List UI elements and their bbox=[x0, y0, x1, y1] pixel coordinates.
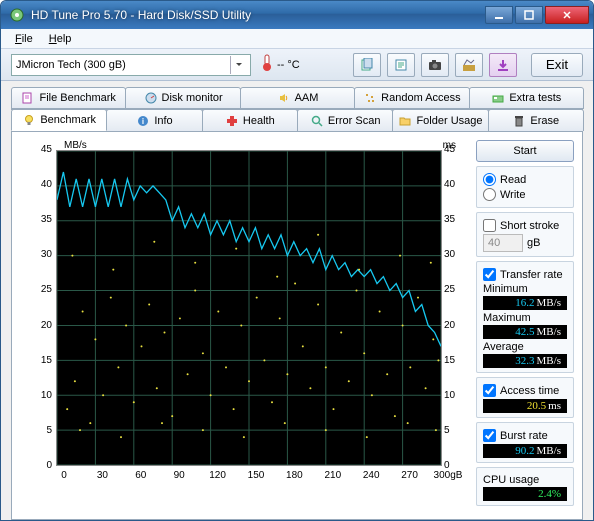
file-bench-icon bbox=[21, 91, 35, 105]
screenshot-button[interactable] bbox=[421, 53, 449, 77]
tabrow-secondary: File Benchmark Disk monitor AAM Random A… bbox=[11, 87, 583, 110]
tab-extra-tests[interactable]: Extra tests bbox=[469, 87, 584, 109]
drive-select[interactable]: JMicron Tech (300 gB) bbox=[11, 54, 251, 76]
toolbar: JMicron Tech (300 gB) -- °C Exit bbox=[1, 49, 593, 81]
tab-erase[interactable]: Erase bbox=[488, 109, 584, 131]
short-stroke-value bbox=[483, 234, 523, 252]
start-button[interactable]: Start bbox=[476, 140, 574, 162]
chart-area: MB/s ms 00551010151520202525303035354040… bbox=[20, 140, 468, 511]
app-icon bbox=[9, 7, 25, 23]
tab-error-scan[interactable]: Error Scan bbox=[297, 109, 393, 131]
burst-rate-check[interactable]: Burst rate bbox=[483, 429, 567, 442]
minimize-button[interactable] bbox=[485, 6, 513, 24]
max-label: Maximum bbox=[483, 312, 567, 324]
speaker-icon bbox=[277, 91, 291, 105]
folder-icon bbox=[398, 114, 412, 128]
side-panel: Start Read Write Short stroke gB Transfe… bbox=[476, 140, 574, 511]
menu-help[interactable]: Help bbox=[41, 31, 80, 47]
access-time-check[interactable]: Access time bbox=[483, 384, 567, 397]
access-value: 20.5ms bbox=[483, 399, 567, 413]
short-stroke-check[interactable]: Short stroke bbox=[483, 219, 567, 232]
tab-file-benchmark[interactable]: File Benchmark bbox=[11, 87, 126, 109]
benchmark-pane: MB/s ms 00551010151520202525303035354040… bbox=[11, 132, 583, 520]
scan-icon bbox=[310, 114, 324, 128]
erase-icon bbox=[512, 114, 526, 128]
min-label: Minimum bbox=[483, 283, 567, 295]
thermometer-icon bbox=[261, 54, 273, 75]
chart-plot bbox=[56, 150, 442, 466]
tab-benchmark[interactable]: Benchmark bbox=[11, 109, 107, 131]
tab-info[interactable]: iInfo bbox=[106, 109, 202, 131]
close-button[interactable] bbox=[545, 6, 589, 24]
svg-text:i: i bbox=[142, 117, 144, 126]
drive-label: JMicron Tech (300 gB) bbox=[16, 59, 126, 71]
cpu-label: CPU usage bbox=[483, 474, 567, 486]
burst-value: 90.2MB/s bbox=[483, 444, 567, 458]
titlebar[interactable]: HD Tune Pro 5.70 - Hard Disk/SSD Utility bbox=[1, 1, 593, 29]
tab-folder-usage[interactable]: Folder Usage bbox=[392, 109, 488, 131]
window-title: HD Tune Pro 5.70 - Hard Disk/SSD Utility bbox=[31, 8, 485, 22]
tabrow-primary: Benchmark iInfo Health Error Scan Folder… bbox=[11, 109, 583, 132]
copy-text-button[interactable] bbox=[387, 53, 415, 77]
min-value: 16.2MB/s bbox=[483, 296, 567, 310]
bulb-icon bbox=[22, 113, 36, 127]
chevron-down-icon bbox=[230, 56, 246, 74]
tab-disk-monitor[interactable]: Disk monitor bbox=[125, 87, 240, 109]
info-icon: i bbox=[136, 114, 150, 128]
exit-button[interactable]: Exit bbox=[531, 53, 583, 77]
max-value: 42.5MB/s bbox=[483, 325, 567, 339]
extra-icon bbox=[491, 91, 505, 105]
cpu-value: 2.4% bbox=[483, 487, 567, 501]
monitor-icon bbox=[144, 91, 158, 105]
save-button[interactable] bbox=[489, 53, 517, 77]
temperature: -- °C bbox=[261, 54, 300, 75]
health-icon bbox=[225, 114, 239, 128]
random-icon bbox=[363, 91, 377, 105]
write-radio[interactable]: Write bbox=[483, 188, 567, 201]
options-button[interactable] bbox=[455, 53, 483, 77]
read-radio[interactable]: Read bbox=[483, 173, 567, 186]
menubar: File Help bbox=[1, 29, 593, 49]
copy-info-button[interactable] bbox=[353, 53, 381, 77]
tab-random-access[interactable]: Random Access bbox=[354, 87, 469, 109]
tab-health[interactable]: Health bbox=[202, 109, 298, 131]
maximize-button[interactable] bbox=[515, 6, 543, 24]
avg-label: Average bbox=[483, 341, 567, 353]
menu-file[interactable]: File bbox=[7, 31, 41, 47]
transfer-rate-check[interactable]: Transfer rate bbox=[483, 268, 567, 281]
avg-value: 32.3MB/s bbox=[483, 354, 567, 368]
tab-aam[interactable]: AAM bbox=[240, 87, 355, 109]
